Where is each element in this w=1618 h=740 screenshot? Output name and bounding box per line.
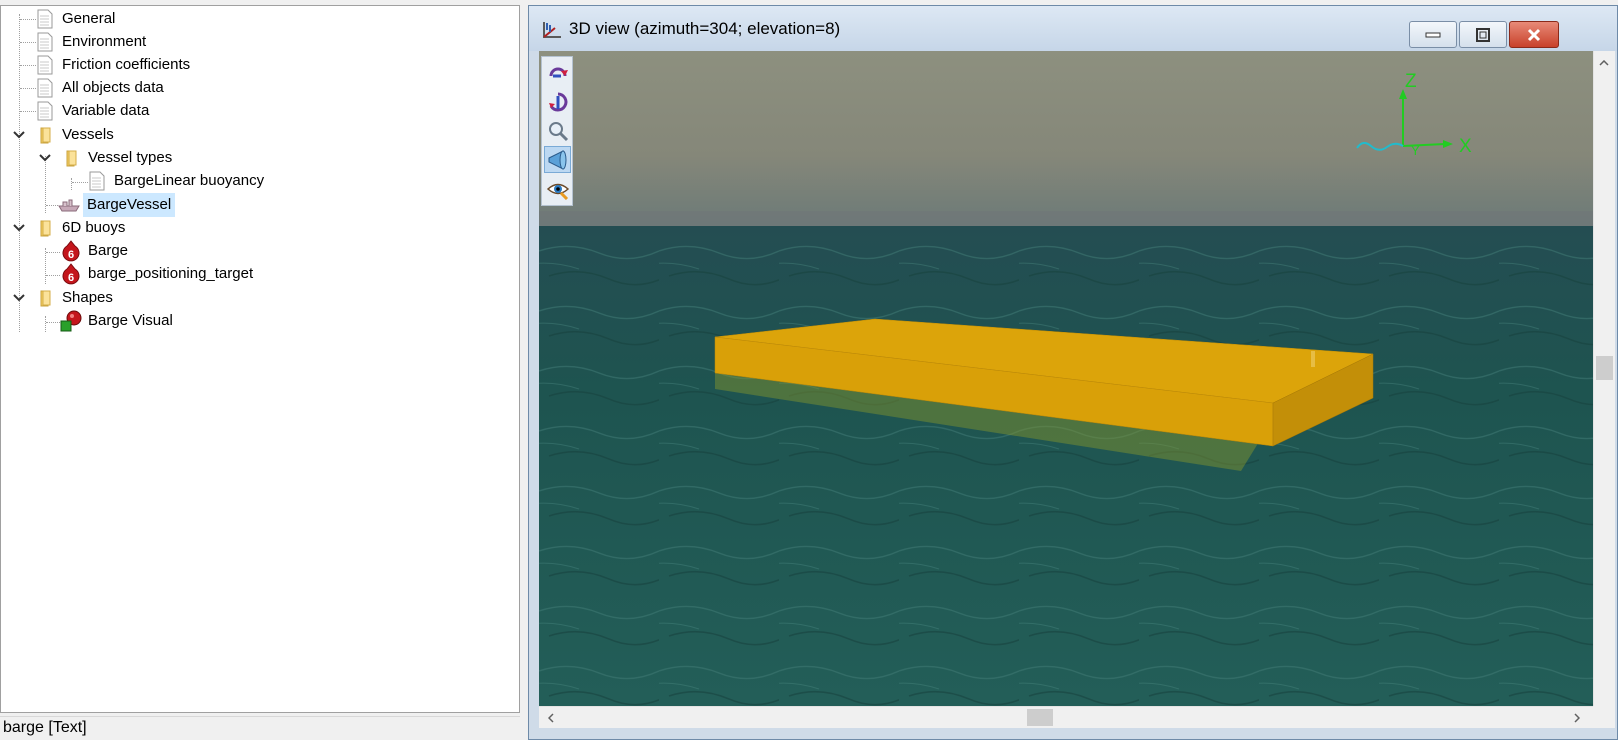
document-icon xyxy=(86,170,108,192)
tree-item-barge-positioning-target[interactable]: 6 barge_positioning_target xyxy=(60,262,256,286)
svg-text:6: 6 xyxy=(68,249,74,261)
shape-icon xyxy=(60,310,82,332)
sea-ripples xyxy=(539,226,1593,706)
tree-connector xyxy=(46,205,58,206)
tree-item-bargevessel[interactable]: BargeVessel xyxy=(58,193,176,217)
tree-item-shapes[interactable]: Shapes xyxy=(34,286,116,310)
document-icon xyxy=(34,54,56,76)
6d-buoy-icon: 6 xyxy=(60,263,82,285)
tree-connector xyxy=(71,178,72,190)
tree-item-label: Friction coefficients xyxy=(62,56,191,73)
tree-item-label: Vessels xyxy=(62,126,114,143)
3d-scene: Z X Y xyxy=(539,51,1593,706)
tree-item-vessels[interactable]: Vessels xyxy=(34,123,117,147)
tree-item-barge-visual[interactable]: Barge Visual xyxy=(60,309,176,333)
folder-icon xyxy=(34,287,56,309)
expand-vessel-types-chevron-icon[interactable] xyxy=(38,151,52,165)
tree-connector xyxy=(45,248,46,284)
rotate-azimuth-icon xyxy=(549,67,568,77)
expand-vessels-chevron-icon[interactable] xyxy=(12,128,26,142)
tree-connector xyxy=(46,322,60,323)
minimize-button[interactable] xyxy=(1409,21,1457,48)
rotate-elevation-button[interactable] xyxy=(544,88,571,115)
folder-icon xyxy=(60,147,82,169)
tree-connector xyxy=(19,14,20,332)
expand-6d-buoys-chevron-icon[interactable] xyxy=(12,221,26,235)
tree-item-label: BargeLinear buoyancy xyxy=(114,172,265,189)
tree-item-label: Barge Visual xyxy=(88,312,173,329)
document-icon xyxy=(34,31,56,53)
vertical-scroll-thumb[interactable] xyxy=(1596,356,1613,380)
zoom-button[interactable] xyxy=(544,117,571,144)
tree-item-label: Vessel types xyxy=(88,149,173,166)
camera-cone-icon xyxy=(548,149,566,170)
scrollbar-corner xyxy=(1593,706,1615,728)
view-eye-button[interactable] xyxy=(544,175,571,202)
expand-shapes-chevron-icon[interactable] xyxy=(12,291,26,305)
maximize-icon xyxy=(1476,27,1490,42)
z-axis-label: Z xyxy=(1405,71,1417,92)
svg-text:6: 6 xyxy=(68,272,74,284)
3d-viewport[interactable]: Z X Y xyxy=(539,51,1593,706)
tree-item-all-objects-data[interactable]: All objects data xyxy=(34,76,167,100)
tree-item-label: General xyxy=(62,10,116,27)
tree-item-label: BargeVessel xyxy=(83,193,176,217)
tree-item-label: Barge xyxy=(88,242,129,259)
maximize-button[interactable] xyxy=(1459,21,1507,48)
magnifier-icon xyxy=(548,121,568,141)
tree-connector xyxy=(46,252,60,253)
scroll-up-chevron-icon[interactable] xyxy=(1594,53,1614,73)
tree-item-label: Variable data xyxy=(62,102,150,119)
model-browser-tree[interactable]: General Environment Friction coefficient… xyxy=(0,5,520,713)
tree-item-variable-data[interactable]: Variable data xyxy=(34,99,152,123)
window-title: 3D view (azimuth=304; elevation=8) xyxy=(569,18,841,38)
status-bar: barge [Text] xyxy=(0,716,520,740)
tree-item-label: barge_positioning_target xyxy=(88,265,254,282)
tree-item-label: Shapes xyxy=(62,289,113,306)
horizontal-scroll-thumb[interactable] xyxy=(1027,709,1053,726)
rotate-azimuth-button[interactable] xyxy=(544,59,571,86)
close-icon xyxy=(1527,28,1541,41)
document-icon xyxy=(34,77,56,99)
folder-icon xyxy=(34,124,56,146)
tree-item-bargelinear-buoyancy[interactable]: BargeLinear buoyancy xyxy=(86,169,267,193)
minimize-icon xyxy=(1425,32,1441,37)
document-icon xyxy=(34,8,56,30)
3d-view-app-icon xyxy=(541,20,563,40)
vessel-icon xyxy=(58,194,80,216)
perspective-button[interactable] xyxy=(544,146,571,173)
tree-item-label: All objects data xyxy=(62,79,164,96)
close-button[interactable] xyxy=(1509,21,1559,48)
3d-view-window[interactable]: 3D view (azimuth=304; elevation=8) Z X Y xyxy=(528,5,1618,740)
x-axis-label: X xyxy=(1459,136,1472,157)
scroll-right-chevron-icon[interactable] xyxy=(1567,708,1587,728)
view-toolbar xyxy=(541,56,573,206)
tree-connector xyxy=(46,275,60,276)
tree-item-friction-coefficients[interactable]: Friction coefficients xyxy=(34,53,193,77)
y-axis-label: Y xyxy=(1411,143,1420,158)
6d-buoy-icon: 6 xyxy=(60,240,82,262)
horizontal-scrollbar[interactable] xyxy=(539,706,1593,728)
tree-item-barge[interactable]: 6 Barge xyxy=(60,239,131,263)
scroll-left-chevron-icon[interactable] xyxy=(541,708,561,728)
tree-item-vessel-types[interactable]: Vessel types xyxy=(60,146,175,170)
eye-icon xyxy=(546,183,569,200)
folder-icon xyxy=(34,217,56,239)
tree-item-label: 6D buoys xyxy=(62,219,126,236)
tree-connector xyxy=(45,316,46,332)
rotate-elevation-icon xyxy=(548,92,567,111)
tree-item-general[interactable]: General xyxy=(34,7,118,31)
tree-item-label: Environment xyxy=(62,33,147,50)
document-icon xyxy=(34,100,56,122)
tree-item-6d-buoys[interactable]: 6D buoys xyxy=(34,216,128,240)
vertical-scrollbar[interactable] xyxy=(1593,51,1615,706)
tree-item-environment[interactable]: Environment xyxy=(34,30,149,54)
sky xyxy=(539,51,1593,226)
